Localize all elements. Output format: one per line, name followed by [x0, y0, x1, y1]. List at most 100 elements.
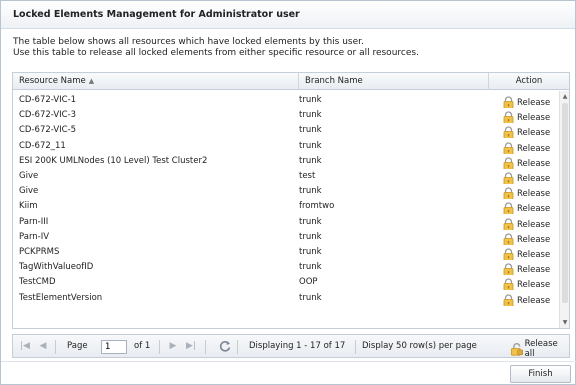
table-row[interactable]: CD-672-VIC-5 trunk Release	[13, 123, 562, 139]
scrollbar-thumb[interactable]	[562, 103, 568, 303]
release-label: Release	[517, 204, 551, 215]
action-cell: Release	[502, 230, 562, 245]
release-button[interactable]: Release	[502, 215, 550, 230]
scroll-down-icon[interactable]: ▼	[561, 319, 569, 326]
release-button[interactable]: Release	[502, 230, 550, 245]
locked-resources-table: Resource Name ▲ Branch Name Action CD-672…	[12, 72, 570, 329]
release-button[interactable]: Release	[502, 123, 550, 139]
release-label: Release	[517, 250, 551, 260]
release-button[interactable]: Release	[502, 291, 550, 306]
table-row[interactable]: TagWithValueofID trunk Release	[13, 260, 562, 276]
action-cell: Release	[502, 275, 562, 291]
resource-name-cell: Give	[19, 186, 39, 197]
release-button[interactable]: Release	[502, 139, 550, 154]
first-page-icon[interactable]: |◀	[19, 340, 31, 352]
release-button[interactable]: Release	[502, 169, 550, 184]
branch-name-cell: fromtwo	[299, 201, 335, 212]
toolbar-separator	[55, 340, 56, 354]
table-row[interactable]: CD-672-VIC-1 trunk Release	[13, 93, 559, 108]
table-header: Resource Name ▲ Branch Name Action	[13, 73, 569, 90]
table-row[interactable]: TestCMD OOP Release	[13, 275, 562, 291]
vertical-scrollbar[interactable]: ▲ ▼	[559, 91, 569, 328]
release-all-button[interactable]: Release all	[510, 339, 569, 359]
branch-name-cell: trunk	[299, 140, 322, 151]
table-row[interactable]: Give trunk Release	[13, 184, 562, 200]
action-cell: Release	[502, 260, 562, 276]
toolbar-separator	[159, 340, 160, 354]
lock-icon	[503, 294, 514, 306]
release-button[interactable]: Release	[502, 275, 551, 291]
footer-divider	[1, 361, 576, 362]
table-row[interactable]: Give test Release	[13, 169, 559, 184]
resource-name-cell: TagWithValueofID	[19, 262, 94, 273]
table-row[interactable]: ESI 200K UMLNodes (10 Level) Test Cluste…	[13, 154, 559, 169]
action-cell: Release	[502, 184, 562, 200]
release-label: Release	[517, 113, 551, 124]
lock-icon	[503, 263, 514, 276]
previous-page-icon[interactable]: ◀	[37, 340, 49, 352]
lock-icon	[503, 187, 514, 200]
branch-name-cell: trunk	[299, 125, 322, 136]
table-row[interactable]: Parn-III trunk Release	[13, 215, 559, 230]
pagination-toolbar: |◀ ◀ Page of 1 ▶ ▶| Displaying 1 - 17 of…	[12, 334, 570, 359]
action-cell: Release	[502, 93, 562, 108]
release-button[interactable]: Release	[502, 245, 550, 260]
unlock-icon	[511, 343, 523, 356]
resource-name-cell: CD-672-VIC-5	[19, 125, 77, 136]
finish-button[interactable]: Finish	[510, 365, 571, 383]
release-label: Release	[517, 143, 551, 154]
column-header-label: Action	[515, 76, 543, 86]
resource-name-cell: CD-672-VIC-1	[19, 95, 77, 105]
release-label: Release	[517, 280, 551, 291]
rows-per-page-info: Display 50 row(s) per page	[362, 341, 477, 351]
last-page-icon[interactable]: ▶|	[185, 340, 197, 352]
action-cell: Release	[502, 169, 562, 184]
lock-icon	[503, 233, 514, 245]
resource-name-cell: TestCMD	[19, 277, 56, 288]
refresh-icon[interactable]	[218, 339, 232, 353]
table-row[interactable]: TestElementVersion trunk Release	[13, 291, 559, 306]
release-label: Release	[517, 174, 551, 184]
release-button[interactable]: Release	[502, 154, 550, 169]
column-header-action[interactable]: Action	[489, 73, 569, 90]
release-label: Release	[517, 265, 551, 276]
resource-name-cell: Kiim	[19, 201, 38, 212]
column-header-resource-name[interactable]: Resource Name ▲	[13, 73, 299, 90]
table-row[interactable]: Parn-IV trunk Release	[13, 230, 559, 245]
action-cell: Release	[502, 139, 562, 154]
dialog-title: Locked Elements Management for Administr…	[1, 1, 575, 29]
release-button[interactable]: Release	[502, 93, 550, 108]
column-header-label: Branch Name	[305, 76, 363, 86]
resource-name-cell: Parn-IV	[19, 231, 50, 242]
lock-icon	[503, 126, 514, 139]
action-cell: Release	[502, 123, 562, 139]
dialog-description: The table below shows all resources whic…	[13, 37, 569, 59]
table-row[interactable]: CD-672-VIC-3 trunk Release	[13, 108, 559, 124]
toolbar-separator	[205, 340, 206, 354]
branch-name-cell: trunk	[299, 155, 322, 166]
table-body: CD-672-VIC-1 trunk Release CD-672-VIC-3 trun…	[13, 91, 559, 328]
release-button[interactable]: Release	[502, 260, 551, 276]
resource-name-cell: ESI 200K UMLNodes (10 Level) Test Cluste…	[19, 155, 208, 166]
toolbar-separator	[355, 340, 356, 354]
resource-name-cell: Give	[19, 171, 39, 181]
locked-elements-dialog: Locked Elements Management for Administr…	[0, 0, 576, 385]
lock-icon	[503, 202, 514, 215]
release-button[interactable]: Release	[502, 199, 551, 215]
branch-name-cell: trunk	[299, 231, 322, 242]
scroll-up-icon[interactable]: ▲	[561, 93, 569, 100]
page-number-input[interactable]	[101, 340, 127, 354]
resource-name-cell: PCKPRMS	[19, 247, 60, 257]
next-page-icon[interactable]: ▶	[167, 340, 179, 352]
release-button[interactable]: Release	[502, 184, 550, 200]
table-row[interactable]: CD-672_11 trunk Release	[13, 139, 559, 154]
branch-name-cell: trunk	[299, 247, 322, 257]
release-label: Release	[517, 98, 551, 108]
branch-name-cell: trunk	[299, 262, 322, 273]
branch-name-cell: test	[299, 171, 316, 181]
table-row[interactable]: Kiim fromtwo Release	[13, 199, 559, 215]
column-header-branch-name[interactable]: Branch Name	[299, 73, 489, 90]
table-row[interactable]: PCKPRMS trunk Release	[13, 245, 559, 260]
branch-name-cell: OOP	[299, 277, 318, 288]
release-button[interactable]: Release	[502, 108, 551, 124]
